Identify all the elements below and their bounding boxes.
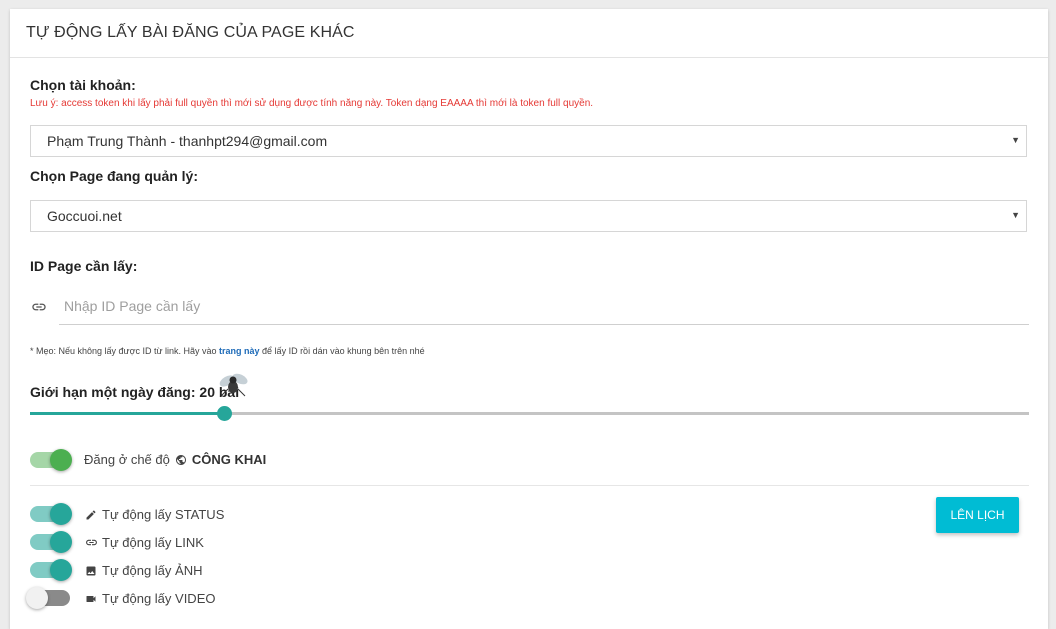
account-select[interactable]: Phạm Trung Thành - thanhpt294@gmail.com … <box>30 125 1027 157</box>
chevron-down-icon: ▼ <box>1011 135 1020 145</box>
option-status-label: Tự động lấy STATUS <box>102 507 225 522</box>
link-icon <box>84 536 98 550</box>
pencil-icon <box>84 508 98 522</box>
id-page-label: ID Page cần lấy: <box>30 258 138 274</box>
token-warning: Lưu ý: access token khi lấy phải full qu… <box>30 98 594 109</box>
option-link: Tự động lấy LINK <box>84 535 204 550</box>
page-label: Chọn Page đang quản lý: <box>30 168 199 184</box>
chevron-down-icon: ▼ <box>1011 210 1020 220</box>
option-image-label: Tự động lấy ẢNH <box>102 563 203 578</box>
link-icon <box>30 299 48 315</box>
option-video-label: Tự động lấy VIDEO <box>102 591 216 606</box>
id-page-input-underline <box>59 324 1029 325</box>
option-video: Tự động lấy VIDEO <box>84 591 215 606</box>
status-toggle[interactable] <box>30 503 72 525</box>
page-select[interactable]: Goccuoi.net ▼ <box>30 200 1027 232</box>
tip-prefix: * Mẹo: Nếu không lấy được ID từ link. Hã… <box>30 346 220 356</box>
privacy-prefix: Đăng ở chế độ <box>84 452 170 467</box>
video-toggle[interactable] <box>26 587 70 609</box>
image-toggle[interactable] <box>30 559 72 581</box>
image-icon <box>84 564 98 578</box>
privacy-row: Đăng ở chế độ CÔNG KHAI <box>84 452 266 467</box>
account-label: Chọn tài khoản: <box>30 77 136 93</box>
schedule-button[interactable]: LÊN LỊCH <box>936 497 1019 533</box>
slider-track-filled <box>30 412 224 415</box>
tip-suffix: để lấy ID rồi dán vào khung bên trên nhé <box>259 346 425 356</box>
page-select-value: Goccuoi.net <box>47 208 122 224</box>
divider <box>30 485 1029 486</box>
option-status: Tự động lấy STATUS <box>84 507 224 522</box>
globe-icon <box>174 453 188 467</box>
account-select-value: Phạm Trung Thành - thanhpt294@gmail.com <box>47 133 328 149</box>
tip-link[interactable]: trang này <box>219 346 260 356</box>
privacy-toggle[interactable] <box>30 449 72 471</box>
privacy-mode: CÔNG KHAI <box>191 452 267 467</box>
card-title: TỰ ĐỘNG LẤY BÀI ĐĂNG CỦA PAGE KHÁC <box>10 9 1048 58</box>
id-page-input[interactable]: Nhập ID Page cần lấy <box>64 298 200 314</box>
video-icon <box>84 592 98 606</box>
limit-slider-thumb[interactable] <box>217 406 232 421</box>
slider-track[interactable] <box>224 412 1029 415</box>
limit-label: Giới hạn một ngày đăng: 20 bài <box>30 384 240 400</box>
tip-text: * Mẹo: Nếu không lấy được ID từ link. Hã… <box>30 346 425 356</box>
fly-icon <box>218 369 250 401</box>
link-toggle[interactable] <box>30 531 72 553</box>
option-link-label: Tự động lấy LINK <box>102 535 204 550</box>
option-image: Tự động lấy ẢNH <box>84 563 202 578</box>
